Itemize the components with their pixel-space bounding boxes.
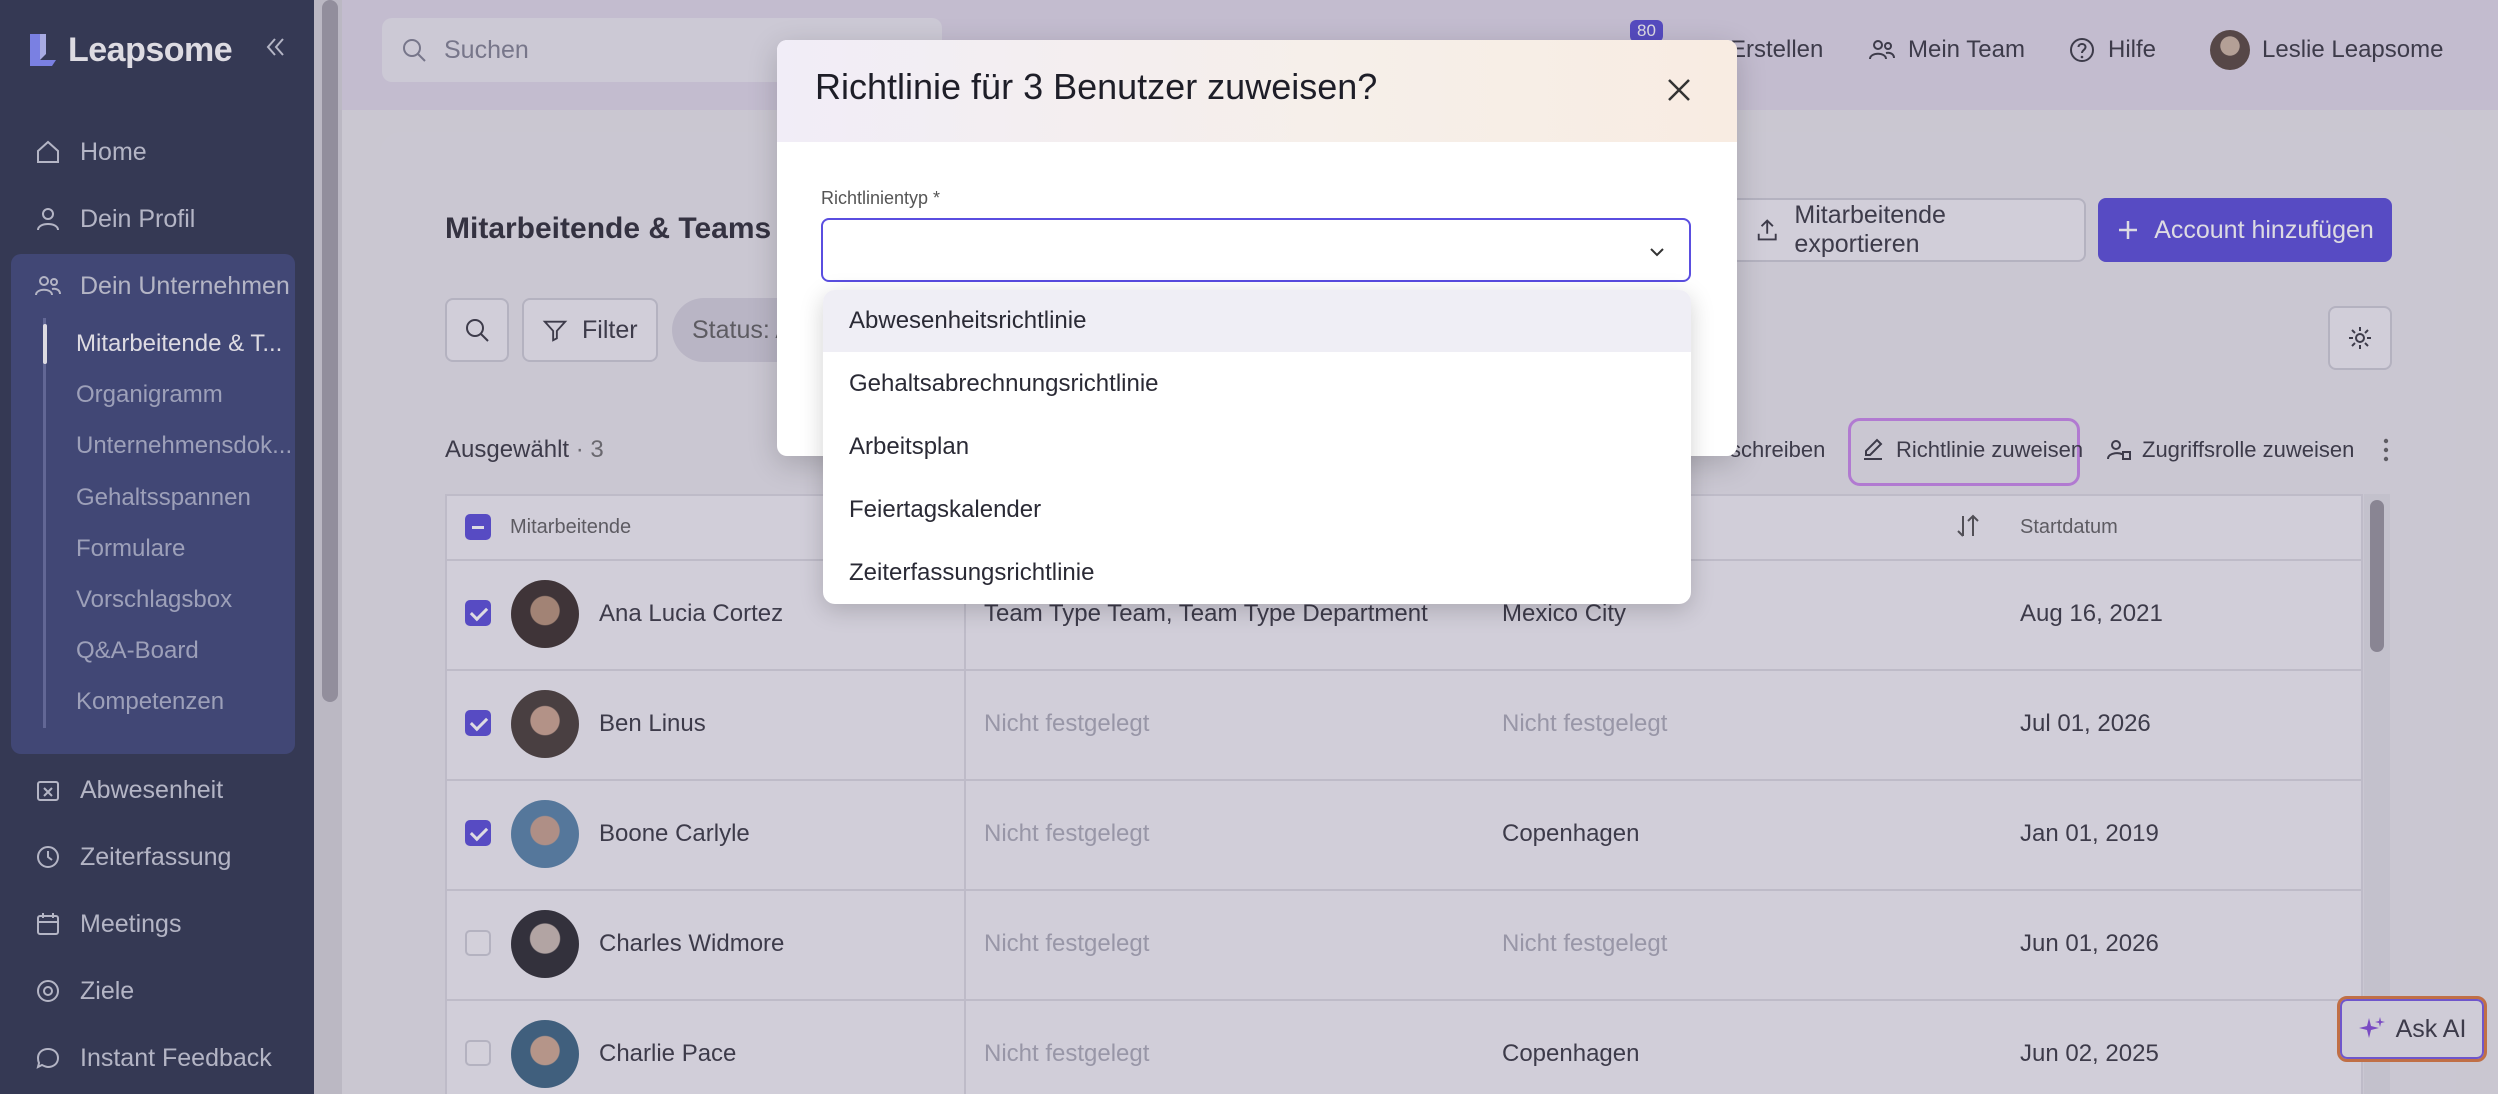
policy-type-select[interactable]: [821, 218, 1691, 282]
chevron-down-icon: [1650, 248, 1664, 257]
modal-title: Richtlinie für 3 Benutzer zuweisen?: [815, 66, 1378, 107]
dropdown-option[interactable]: Gehaltsabrechnungsrichtlinie: [823, 353, 1691, 415]
policy-type-dropdown: Abwesenheitsrichtlinie Gehaltsabrechnung…: [823, 290, 1691, 604]
policy-type-label: Richtlinientyp *: [821, 188, 941, 208]
dropdown-option[interactable]: Arbeitsplan: [823, 416, 1691, 478]
dropdown-option[interactable]: Zeiterfassungsrichtlinie: [823, 542, 1691, 604]
close-icon[interactable]: [1659, 70, 1699, 110]
dropdown-option[interactable]: Feiertagskalender: [823, 479, 1691, 541]
dropdown-option[interactable]: Abwesenheitsrichtlinie: [823, 290, 1691, 352]
